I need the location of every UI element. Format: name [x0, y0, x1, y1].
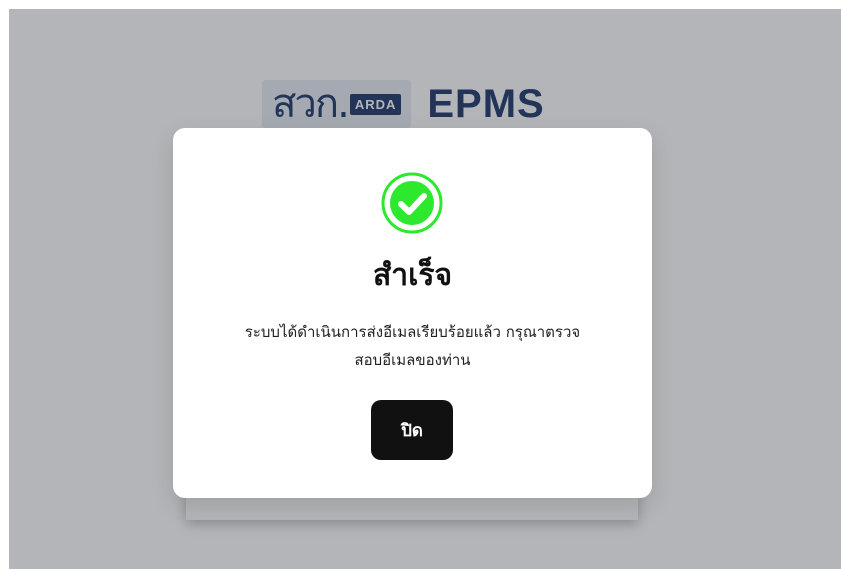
dialog-message-line-2: สอบอีเมลของท่าน [354, 351, 471, 369]
close-button[interactable]: ปิด [371, 400, 453, 460]
check-circle-icon [381, 172, 443, 234]
success-dialog: สำเร็จ ระบบได้ดำเนินการส่งอีเมลเรียบร้อย… [173, 128, 652, 498]
dialog-message-line-1: ระบบได้ดำเนินการส่งอีเมลเรียบร้อยแล้ว กร… [244, 323, 581, 341]
dialog-title: สำเร็จ [372, 258, 453, 293]
dialog-message: ระบบได้ดำเนินการส่งอีเมลเรียบร้อยแล้ว กร… [209, 318, 616, 374]
